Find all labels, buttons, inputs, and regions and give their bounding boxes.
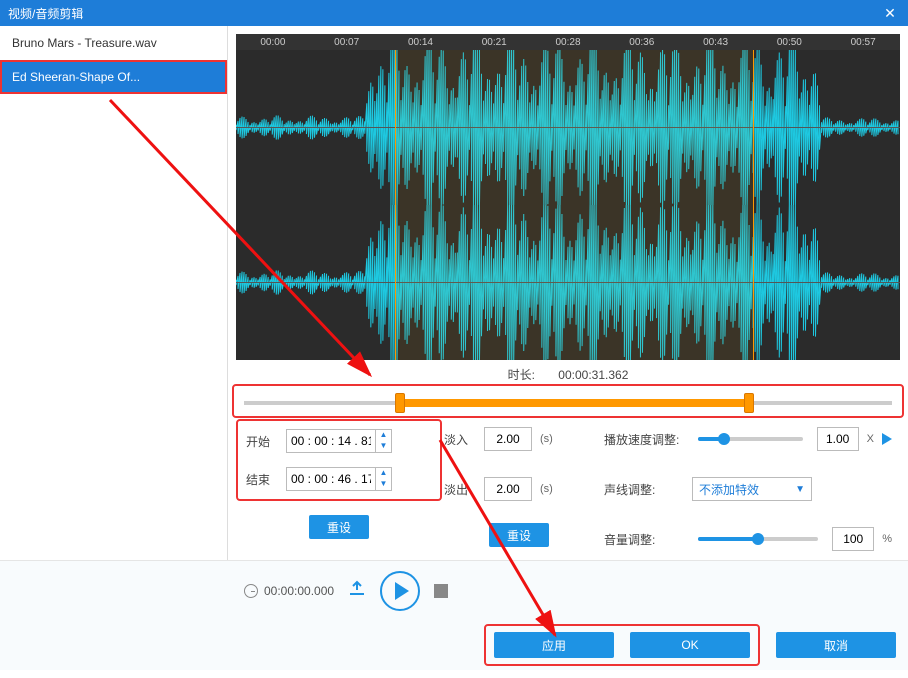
- start-label: 开始: [246, 433, 278, 450]
- duration-label: 时长:: [508, 368, 535, 382]
- speed-slider[interactable]: [698, 437, 803, 441]
- apply-button[interactable]: 应用: [494, 632, 614, 658]
- timeline-ruler: 00:0000:0700:1400:2100:2800:3600:4300:50…: [236, 34, 900, 50]
- range-handle-start[interactable]: [395, 393, 405, 413]
- voice-select[interactable]: 不添加特效 ▼: [692, 477, 812, 501]
- cancel-button[interactable]: 取消: [776, 632, 896, 658]
- reset-button-left[interactable]: 重设: [309, 515, 369, 539]
- range-handle-end[interactable]: [744, 393, 754, 413]
- export-icon[interactable]: [348, 580, 366, 601]
- reset-button-mid[interactable]: 重设: [489, 523, 549, 547]
- end-time-input[interactable]: ▲▼: [286, 467, 392, 491]
- dialog-buttons: 应用 OK 取消: [0, 620, 908, 670]
- file-item[interactable]: Bruno Mars - Treasure.wav: [0, 26, 227, 60]
- file-item-active[interactable]: Ed Sheeran-Shape Of...: [0, 60, 227, 94]
- selection-overlay: [395, 50, 754, 360]
- start-end-highlight: 开始 ▲▼ 结束 ▲▼: [236, 419, 442, 501]
- fadeout-label: 淡出: [444, 481, 476, 498]
- volume-label: 音量调整:: [604, 531, 684, 548]
- play-button[interactable]: [380, 571, 420, 611]
- duration-row: 时长: 00:00:31.362: [236, 360, 900, 389]
- range-slider[interactable]: [244, 389, 892, 417]
- play-preview-icon[interactable]: [882, 433, 892, 445]
- playback-time: 00:00:00.000: [244, 584, 334, 598]
- file-list: Bruno Mars - Treasure.wav Ed Sheeran-Sha…: [0, 26, 228, 560]
- duration-value: 00:00:31.362: [558, 368, 628, 382]
- play-icon: [395, 582, 409, 600]
- player-bar: 00:00:00.000: [0, 560, 908, 620]
- spin-down-icon[interactable]: ▼: [376, 441, 391, 452]
- end-label: 结束: [246, 471, 278, 488]
- voice-label: 声线调整:: [604, 481, 684, 498]
- close-icon[interactable]: ✕: [880, 5, 900, 22]
- title-bar: 视频/音频剪辑 ✕: [0, 0, 908, 26]
- speed-label: 播放速度调整:: [604, 431, 684, 448]
- fadein-input[interactable]: [484, 427, 532, 451]
- volume-slider[interactable]: [698, 537, 818, 541]
- spin-up-icon[interactable]: ▲: [376, 468, 391, 479]
- start-time-input[interactable]: ▲▼: [286, 429, 392, 453]
- chevron-down-icon: ▼: [795, 484, 805, 495]
- waveform-display[interactable]: [236, 50, 900, 360]
- apply-ok-highlight: 应用 OK: [484, 624, 760, 666]
- spin-down-icon[interactable]: ▼: [376, 479, 391, 490]
- spin-up-icon[interactable]: ▲: [376, 430, 391, 441]
- ok-button[interactable]: OK: [630, 632, 750, 658]
- volume-value[interactable]: [832, 527, 874, 551]
- fadeout-input[interactable]: [484, 477, 532, 501]
- speed-value[interactable]: [817, 427, 859, 451]
- stop-button[interactable]: [434, 584, 448, 598]
- clock-icon: [244, 584, 258, 598]
- window-title: 视频/音频剪辑: [8, 5, 880, 22]
- fadein-label: 淡入: [444, 431, 476, 448]
